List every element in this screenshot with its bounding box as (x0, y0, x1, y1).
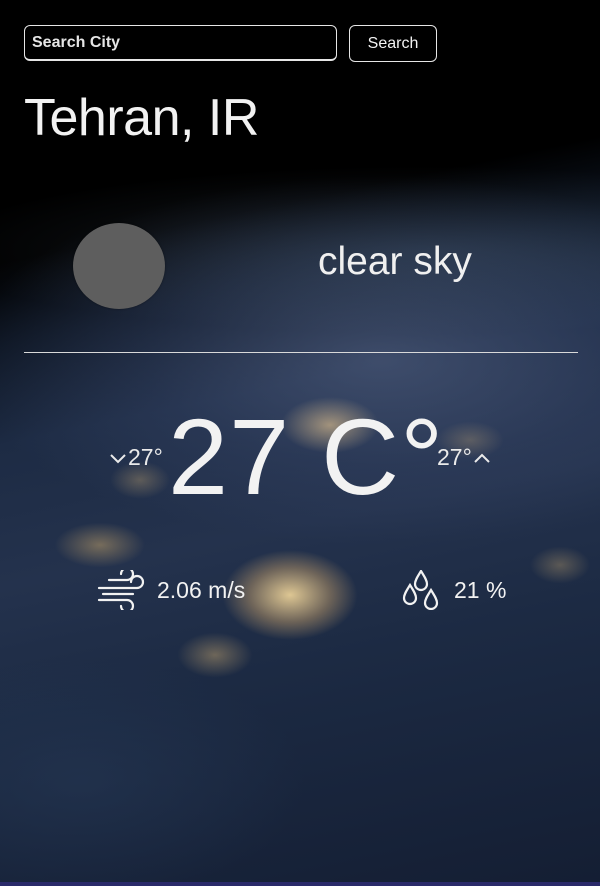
search-bar: Search (24, 25, 437, 62)
temp-min: 27° (108, 444, 163, 471)
temp-max-value: 27° (437, 444, 472, 470)
chevron-down-icon (108, 451, 128, 465)
chevron-up-icon (472, 451, 492, 465)
search-input[interactable] (24, 25, 337, 61)
bottom-strip (0, 882, 600, 886)
temp-min-value: 27° (128, 444, 163, 470)
weather-description: clear sky (318, 240, 472, 283)
water-drops-icon (402, 570, 440, 610)
current-temperature: 27 C° (168, 396, 445, 517)
temp-max: 27° (437, 444, 492, 471)
city-name: Tehran, IR (24, 89, 259, 147)
humidity-value: 21 % (454, 576, 507, 603)
wind-icon (97, 570, 149, 610)
humidity: 21 % (402, 570, 506, 610)
divider (24, 352, 578, 353)
wind-speed: 2.06 m/s (97, 570, 245, 610)
weather-condition-icon (73, 223, 165, 309)
wind-speed-value: 2.06 m/s (157, 576, 246, 603)
search-button[interactable]: Search (349, 25, 437, 62)
